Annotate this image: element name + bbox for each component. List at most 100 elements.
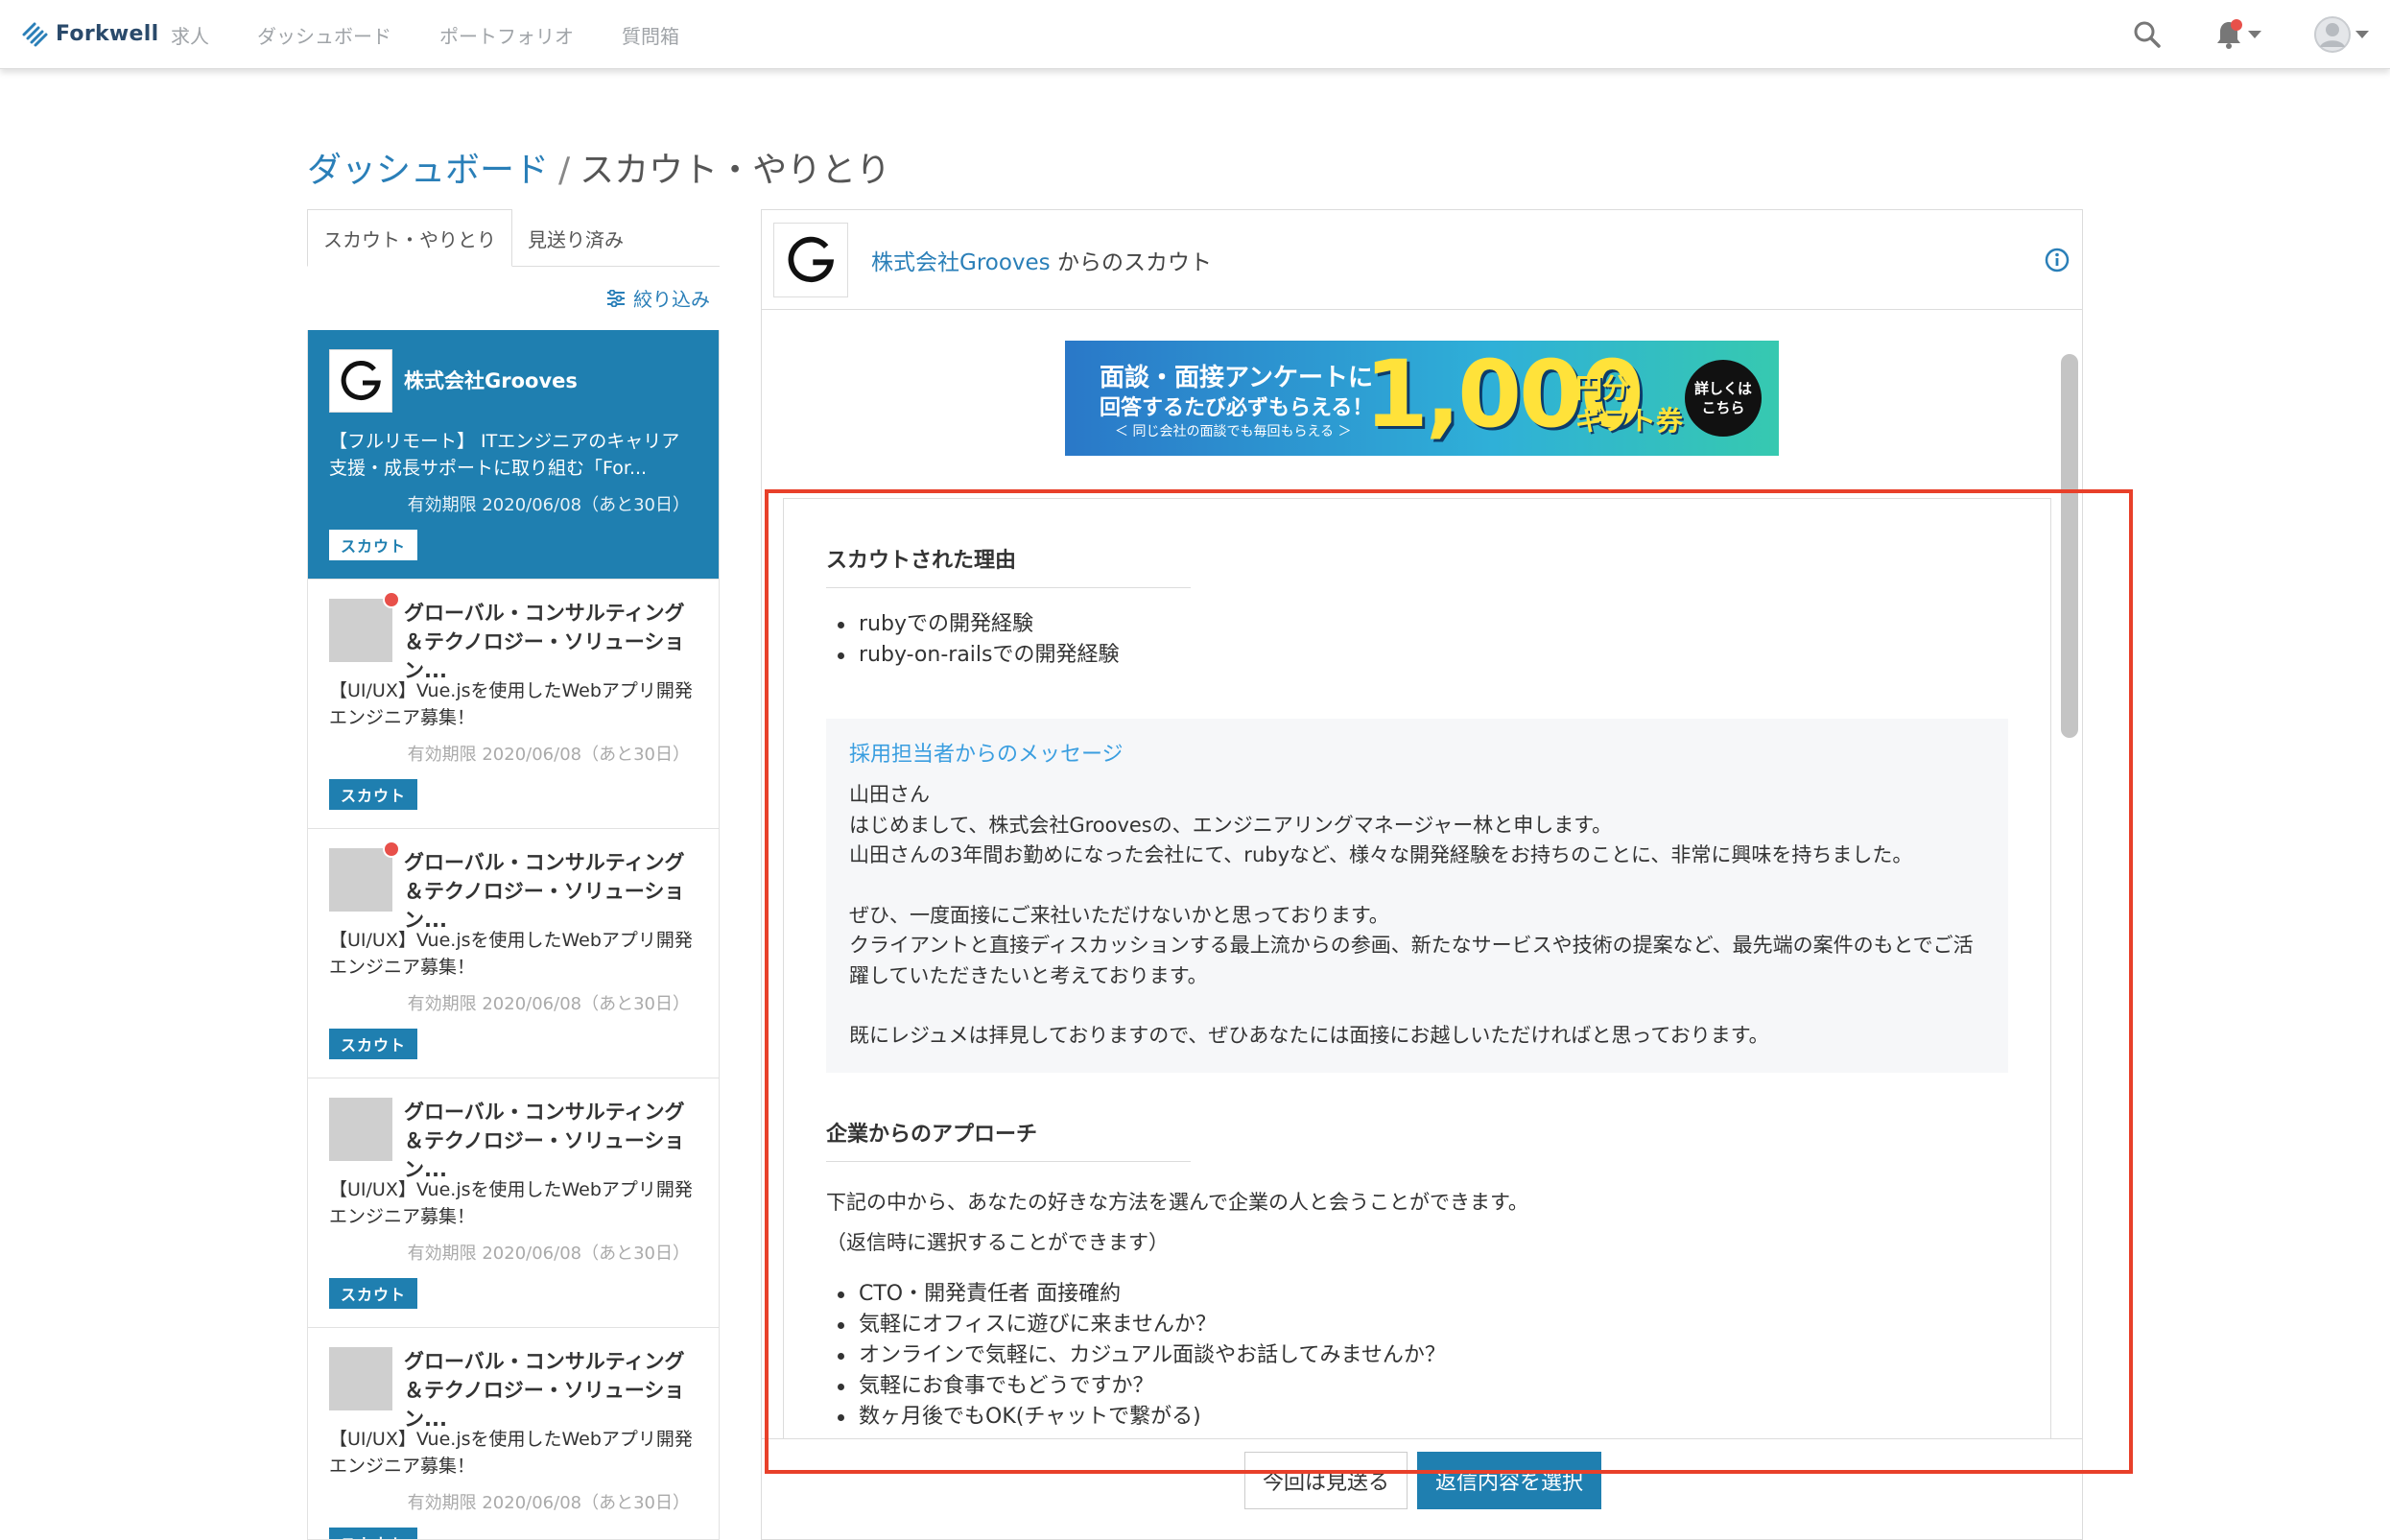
list-item: 気軽にお食事でもどうですか？ <box>826 1371 2008 1402</box>
top-navigation: Forkwell 求人 ダッシュボード ポートフォリオ 質問箱 <box>0 0 2390 69</box>
user-menu-button[interactable] <box>2313 15 2369 54</box>
detail-header: 株式会社Grooves からのスカウト <box>762 210 2082 310</box>
main-nav: 求人 ダッシュボード ポートフォリオ 質問箱 <box>171 21 679 49</box>
logo-text: Forkwell <box>56 21 159 46</box>
scout-card[interactable]: グローバル・コンサルティング＆テクノロジー・ソリューション... 【UI/UX】… <box>308 829 719 1078</box>
expire-date: 有効期限 2020/06/08（あと30日） <box>407 994 690 1014</box>
message-paragraph: 既にレジュメは拝見しておりますので、ぜひあなたには面接にお越しいただければと思っ… <box>849 1024 1769 1047</box>
approach-description: 下記の中から、あなたの好きな方法を選んで企業の人と会うことができます。 <box>826 1190 1528 1214</box>
company-name: グローバル・コンサルティング＆テクノロジー・ソリューション... <box>404 1350 685 1431</box>
banner-more-line1: 詳しくは <box>1693 380 1752 397</box>
reason-title: スカウトされた理由 <box>826 499 1191 588</box>
banner-more-button[interactable]: 詳しくは こちら <box>1685 360 1762 437</box>
grooves-logo-icon <box>788 236 835 282</box>
recruiter-message: 採用担当者からのメッセージ 山田さん はじめまして、株式会社Groovesの、エ… <box>826 719 2008 1073</box>
expire-date: 有効期限 2020/06/08（あと30日） <box>407 1244 690 1264</box>
nav-item-jobs[interactable]: 求人 <box>171 21 209 49</box>
approach-list: CTO・開発責任者 面接確約 気軽にオフィスに遊びに来ませんか？ オンラインで気… <box>826 1279 2008 1433</box>
scout-tabs: スカウト・やりとり 見送り済み <box>307 209 720 267</box>
scout-message-box: スカウトされた理由 rubyでの開発経験 ruby-on-railsでの開発経験… <box>783 498 2051 1457</box>
forkwell-logo-mark-icon <box>22 22 48 47</box>
scout-badge: スカウト <box>329 530 418 560</box>
notification-button[interactable] <box>2213 18 2261 51</box>
grooves-logo-icon <box>341 361 381 400</box>
expire-date: 有効期限 2020/06/08（あと30日） <box>407 745 690 765</box>
breadcrumb-dashboard-link[interactable]: ダッシュボード <box>307 151 549 190</box>
tab-scout-exchange[interactable]: スカウト・やりとり <box>307 209 512 267</box>
job-title: 【UI/UX】Vue.jsを使用したWebアプリ開発エンジニア募集！ <box>329 930 693 978</box>
company-logo <box>329 841 400 912</box>
scout-badge: スカウト <box>329 1029 418 1059</box>
unread-dot <box>383 841 400 858</box>
banner-line1: 面談・面接アンケートに <box>1100 364 1373 392</box>
message-paragraph: 山田さん はじめまして、株式会社Groovesの、エンジニアリングマネージャー林… <box>849 783 1913 866</box>
banner-line3: ＜ 同じ会社の面談でも毎回もらえる ＞ <box>1115 424 1352 439</box>
list-item: オンラインで気軽に、カジュアル面談やお話してみませんか？ <box>826 1340 2008 1371</box>
select-reply-button[interactable]: 返信内容を選択 <box>1417 1452 1602 1509</box>
scrollbar-thumb[interactable] <box>2061 354 2078 738</box>
approach-title: 企業からのアプローチ <box>826 1073 1191 1162</box>
company-logo <box>329 591 400 662</box>
detail-title-suffix: からのスカウト <box>1050 249 1212 275</box>
chevron-down-icon <box>2355 31 2369 38</box>
scout-card[interactable]: グローバル・コンサルティング＆テクノロジー・ソリューション... 【UI/UX】… <box>308 1078 719 1328</box>
banner-more-line2: こちら <box>1701 399 1745 416</box>
avatar-icon <box>2314 16 2351 53</box>
list-item: ruby-on-railsでの開発経験 <box>826 640 2008 671</box>
detail-title: 株式会社Grooves からのスカウト <box>871 244 1212 276</box>
filter-button[interactable]: 絞り込み <box>606 284 710 312</box>
scout-badge: スカウト <box>329 779 418 810</box>
job-title: 【フルリモート】 ITエンジニアのキャリア支援・成長サポートに取り組む「For.… <box>329 431 680 479</box>
company-logo <box>773 222 848 297</box>
chevron-down-icon <box>2248 31 2261 38</box>
info-icon[interactable] <box>2044 247 2071 273</box>
expire-date: 有効期限 2020/06/08（あと30日） <box>407 1493 690 1513</box>
scout-card[interactable]: グローバル・コンサルティング＆テクノロジー・ソリューション... 【UI/UX】… <box>308 580 719 829</box>
forkwell-logo[interactable]: Forkwell <box>21 19 158 48</box>
gift-campaign-banner[interactable]: 面談・面接アンケートに 回答するたび必ずもらえる！ ＜ 同じ会社の面談でも毎回も… <box>1065 341 1779 456</box>
message-paragraph: ぜひ、一度面接にご来社いただけないかと思っております。 クライアントと直接ディス… <box>849 903 1974 987</box>
nav-item-dashboard[interactable]: ダッシュボード <box>257 21 391 49</box>
list-item: 気軽にオフィスに遊びに来ませんか？ <box>826 1310 2008 1340</box>
scout-detail-panel: 株式会社Grooves からのスカウト 面談・面接アンケートに 回答するたび必ず… <box>761 209 2083 1540</box>
breadcrumb: ダッシュボード / スカウト・やりとり <box>307 142 890 192</box>
nav-item-portfolio[interactable]: ポートフォリオ <box>439 21 574 49</box>
message-body: 山田さん はじめまして、株式会社Groovesの、エンジニアリングマネージャー林… <box>849 780 1985 1052</box>
scout-badge: スカウト <box>329 1528 418 1539</box>
company-name: グローバル・コンサルティング＆テクノロジー・ソリューション... <box>404 1101 685 1181</box>
company-name: 株式会社Grooves <box>404 369 578 392</box>
list-item: CTO・開発責任者 面接確約 <box>826 1279 2008 1310</box>
scout-card[interactable]: グローバル・コンサルティング＆テクノロジー・ソリューション... 【UI/UX】… <box>308 1328 719 1539</box>
scout-badge: スカウト <box>329 1278 418 1309</box>
job-title: 【UI/UX】Vue.jsを使用したWebアプリ開発エンジニア募集！ <box>329 1429 693 1477</box>
search-button[interactable] <box>2133 20 2162 49</box>
skip-button[interactable]: 今回は見送る <box>1243 1452 1408 1509</box>
breadcrumb-current: スカウト・やりとり <box>580 151 891 190</box>
list-item: 数ヶ月後でもOK(チャットで繋がる) <box>826 1402 2008 1433</box>
banner-unit-gift: ギフト券 <box>1575 405 1684 437</box>
company-logo <box>329 1098 392 1161</box>
action-footer: 今回は見送る 返信内容を選択 <box>762 1438 2082 1539</box>
expire-date: 有効期限 2020/06/08（あと30日） <box>407 495 690 515</box>
message-heading: 採用担当者からのメッセージ <box>849 743 1124 767</box>
company-link[interactable]: 株式会社Grooves <box>871 250 1051 275</box>
job-title: 【UI/UX】Vue.jsを使用したWebアプリ開発エンジニア募集！ <box>329 680 693 728</box>
job-title: 【UI/UX】Vue.jsを使用したWebアプリ開発エンジニア募集！ <box>329 1179 693 1227</box>
list-item: rubyでの開発経験 <box>826 609 2008 640</box>
tab-declined[interactable]: 見送り済み <box>512 209 639 267</box>
company-logo <box>329 349 392 413</box>
search-icon <box>2134 21 2161 48</box>
breadcrumb-separator: / <box>558 151 571 190</box>
filter-icon <box>607 289 625 307</box>
company-name: グローバル・コンサルティング＆テクノロジー・ソリューション... <box>404 851 685 932</box>
banner-line2: 回答するたび必ずもらえる！ <box>1100 396 1374 420</box>
bell-icon <box>2217 19 2242 49</box>
unread-dot <box>383 591 400 608</box>
filter-label: 絞り込み <box>633 288 710 311</box>
scout-card[interactable]: 株式会社Grooves 【フルリモート】 ITエンジニアのキャリア支援・成長サポ… <box>308 330 719 580</box>
scout-list: 株式会社Grooves 【フルリモート】 ITエンジニアのキャリア支援・成長サポ… <box>307 330 720 1540</box>
top-icons <box>2133 15 2369 54</box>
company-name: グローバル・コンサルティング＆テクノロジー・ソリューション... <box>404 602 685 682</box>
nav-item-questions[interactable]: 質問箱 <box>622 21 679 49</box>
reason-list: rubyでの開発経験 ruby-on-railsでの開発経験 <box>826 609 2008 671</box>
